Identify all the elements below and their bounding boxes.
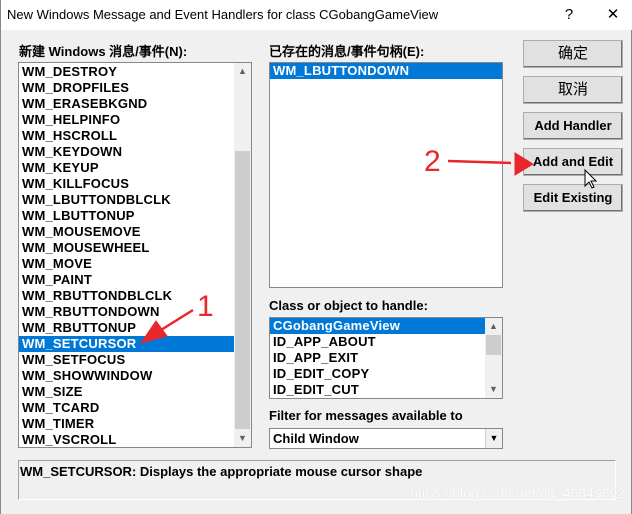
arrow-2-head-icon: [514, 152, 534, 176]
annotation-arrows: [139, 152, 598, 344]
arrow-1-head-icon: [139, 320, 168, 344]
arrow-1-shaft: [160, 308, 194, 332]
arrow-2-shaft: [447, 159, 512, 165]
mouse-cursor-icon: [584, 168, 598, 189]
